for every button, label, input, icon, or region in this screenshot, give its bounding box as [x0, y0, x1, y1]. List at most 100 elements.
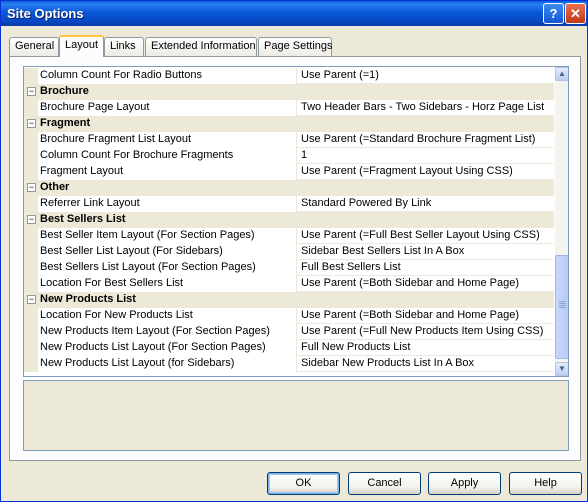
tab-layout[interactable]: Layout [59, 35, 104, 57]
category-label: Other [40, 181, 70, 193]
property-row[interactable]: Location For New Products List Use Parent… [24, 308, 554, 324]
property-value[interactable]: Standard Powered By Link [301, 197, 553, 209]
collapse-icon[interactable]: − [27, 183, 36, 192]
category-row[interactable]: − Brochure [24, 84, 554, 100]
description-pane [23, 380, 569, 451]
cancel-button[interactable]: Cancel [348, 472, 421, 495]
row-gutter [24, 244, 38, 260]
row-gutter [24, 68, 38, 84]
vertical-scrollbar[interactable]: ▲ ▼ [555, 67, 568, 376]
scroll-thumb[interactable] [555, 255, 568, 359]
category-row[interactable]: − Fragment [24, 116, 554, 132]
property-value[interactable]: 1 [301, 149, 553, 161]
collapse-icon[interactable]: − [27, 295, 36, 304]
property-name: Brochure Page Layout [40, 101, 150, 113]
category-label: Best Sellers List [40, 213, 126, 225]
property-value[interactable]: Use Parent (=Both Sidebar and Home Page) [301, 309, 553, 321]
row-gutter [24, 260, 38, 276]
property-value[interactable]: Sidebar Best Sellers List In A Box [301, 245, 553, 257]
tab-page-settings[interactable]: Page Settings [258, 37, 333, 56]
help-button[interactable]: Help [509, 472, 582, 495]
column-divider [296, 340, 297, 356]
property-name: New Products Item Layout (For Section Pa… [40, 325, 270, 337]
scroll-down-icon[interactable]: ▼ [555, 362, 568, 376]
column-divider [296, 356, 297, 372]
collapse-icon[interactable]: − [27, 87, 36, 96]
row-gutter [24, 324, 38, 340]
row-gutter [24, 228, 38, 244]
property-value[interactable]: Use Parent (=Full New Products Item Usin… [301, 325, 553, 337]
window-title: Site Options [7, 6, 84, 21]
property-value[interactable]: Use Parent (=1) [301, 69, 553, 81]
row-gutter [24, 308, 38, 324]
property-grid: Column Count For Radio Buttons Use Parent… [23, 66, 569, 377]
grip-line [559, 305, 566, 306]
grip-line [559, 307, 566, 308]
help-icon[interactable]: ? [543, 3, 564, 24]
property-row[interactable]: New Products Item Layout (For Section Pa… [24, 324, 554, 340]
tab-links[interactable]: Links [104, 37, 144, 56]
property-value[interactable]: Sidebar New Products List In A Box [301, 357, 553, 369]
property-row[interactable]: Best Sellers List Layout (For Section Pa… [24, 260, 554, 276]
property-name: Location For Best Sellers List [40, 277, 184, 289]
property-row[interactable]: New Products List Layout (for Sidebars) S… [24, 356, 554, 372]
property-value[interactable]: Use Parent (=Standard Brochure Fragment … [301, 133, 553, 145]
category-row[interactable]: − New Products List [24, 292, 554, 308]
column-divider [296, 324, 297, 340]
column-divider [296, 276, 297, 292]
property-row[interactable]: Column Count For Radio Buttons Use Parent… [24, 68, 554, 84]
collapse-icon[interactable]: − [27, 215, 36, 224]
column-divider [296, 164, 297, 180]
category-background [38, 116, 554, 132]
ok-button[interactable]: OK [267, 472, 340, 495]
property-row[interactable]: Column Count For Brochure Fragments 1 [24, 148, 554, 164]
close-icon[interactable]: ✕ [565, 3, 586, 24]
column-divider [296, 132, 297, 148]
row-gutter [24, 148, 38, 164]
category-background [38, 180, 554, 196]
property-row[interactable]: Brochure Page Layout Two Header Bars - Tw… [24, 100, 554, 116]
property-value[interactable]: Two Header Bars - Two Sidebars - Horz Pa… [301, 101, 553, 113]
property-name: Best Seller Item Layout (For Section Pag… [40, 229, 255, 241]
property-row[interactable]: Best Seller List Layout (For Sidebars) Si… [24, 244, 554, 260]
property-value[interactable]: Use Parent (=Both Sidebar and Home Page) [301, 277, 553, 289]
property-value[interactable]: Full Best Sellers List [301, 261, 553, 273]
category-row[interactable]: − Other [24, 180, 554, 196]
site-options-window: Site Options ? ✕ General Layout Links Ex… [0, 0, 588, 502]
row-separator [296, 371, 554, 372]
property-name: Location For New Products List [40, 309, 193, 321]
property-row[interactable]: Brochure Fragment List Layout Use Parent … [24, 132, 554, 148]
category-label: Fragment [40, 117, 91, 129]
property-name: New Products List Layout (For Section Pa… [40, 341, 266, 353]
row-gutter [24, 164, 38, 180]
row-gutter [24, 132, 38, 148]
property-name: Column Count For Brochure Fragments [40, 149, 234, 161]
collapse-icon[interactable]: − [27, 119, 36, 128]
tab-extended-information[interactable]: Extended Information [145, 37, 257, 56]
category-background [38, 84, 554, 100]
property-name: Best Seller List Layout (For Sidebars) [40, 245, 223, 257]
scroll-up-icon[interactable]: ▲ [555, 67, 568, 81]
property-row[interactable]: Fragment Layout Use Parent (=Fragment Lay… [24, 164, 554, 180]
title-bar[interactable]: Site Options ? ✕ [1, 1, 587, 26]
grip-line [559, 301, 566, 302]
property-row[interactable]: Location For Best Sellers List Use Parent… [24, 276, 554, 292]
property-row[interactable]: New Products List Layout (For Section Pa… [24, 340, 554, 356]
property-value[interactable]: Full New Products List [301, 341, 553, 353]
property-name: Referrer Link Layout [40, 197, 140, 209]
row-gutter [24, 276, 38, 292]
property-value[interactable]: Use Parent (=Fragment Layout Using CSS) [301, 165, 553, 177]
column-divider [296, 196, 297, 212]
tab-general[interactable]: General [9, 37, 59, 56]
property-row[interactable]: Referrer Link Layout Standard Powered By … [24, 196, 554, 212]
apply-button[interactable]: Apply [428, 472, 501, 495]
column-divider [296, 308, 297, 324]
category-label: Brochure [40, 85, 89, 97]
property-name: Fragment Layout [40, 165, 124, 177]
property-row[interactable]: Best Seller Item Layout (For Section Pag… [24, 228, 554, 244]
row-gutter [24, 100, 38, 116]
column-divider [296, 244, 297, 260]
property-name: Best Sellers List Layout (For Section Pa… [40, 261, 256, 273]
property-value[interactable]: Use Parent (=Full Best Seller Layout Usi… [301, 229, 553, 241]
category-row[interactable]: − Best Sellers List [24, 212, 554, 228]
